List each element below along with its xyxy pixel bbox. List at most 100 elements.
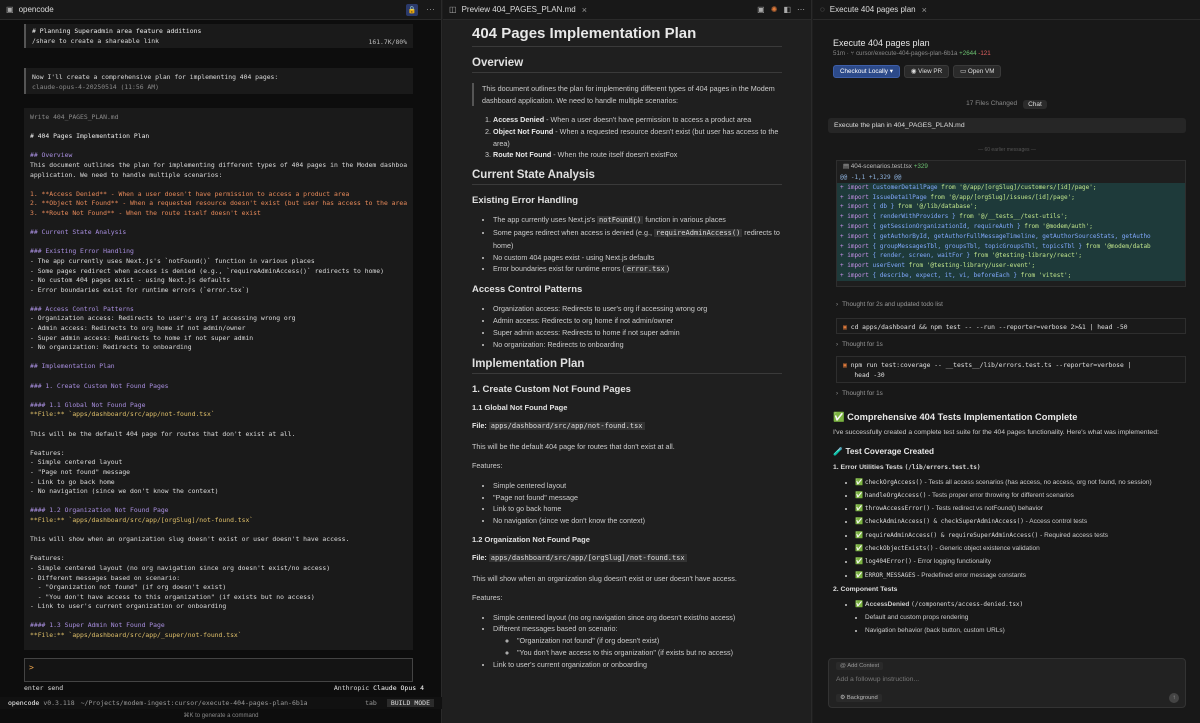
diff-block: ▤ 404-scenarios.test.tsx +329 @@ -1,1 +1… — [836, 160, 1186, 287]
file-line — [30, 420, 407, 430]
view-pr-button[interactable]: ◉ View PR — [903, 65, 950, 78]
list-item: Different messages based on scenario: "O… — [493, 623, 782, 658]
file-line: This will show when an organization slug… — [30, 535, 350, 544]
extension-icon[interactable]: ✺ — [771, 5, 778, 14]
tab-chat[interactable]: Chat — [1023, 100, 1047, 109]
agent-tab-title: Execute 404 pages plan — [829, 5, 916, 14]
diff-line: + import { getAuthorById, getAuthorFullM… — [837, 231, 1185, 242]
global-features-list: Simple centered layout"Page not found" m… — [472, 480, 782, 527]
status-tab-hint: tab — [365, 699, 377, 707]
file-line: 3. **Route Not Found** - When the route … — [30, 208, 261, 217]
check-icon: ✅ — [855, 544, 865, 552]
mode-badge[interactable]: BUILD MODE — [386, 699, 434, 707]
status-path: ~/Projects/modem-ingest:cursor/execute-4… — [80, 699, 308, 707]
implementation-heading: Implementation Plan — [472, 358, 782, 375]
checkout-locally-button[interactable]: Checkout Locally ▾ — [833, 65, 900, 78]
file-line — [30, 526, 407, 536]
diff-header[interactable]: ▤ 404-scenarios.test.tsx +329 — [837, 161, 1185, 173]
org-features-list: Simple centered layout (no org navigatio… — [472, 612, 782, 671]
check-icon: ✅ — [855, 491, 865, 499]
list-item: The app currently uses Next.js's notFoun… — [493, 214, 782, 227]
file-write-block[interactable]: Write 404_PAGES_PLAN.md # 404 Pages Imple… — [24, 108, 413, 650]
diff-line: + import { renderWithProviders } from '@… — [837, 212, 1185, 222]
terminal-tab[interactable]: ▣ opencode 🔒 ⋯ — [0, 0, 441, 20]
diff-line: @@ -1,1 +1,329 @@ — [837, 173, 1185, 183]
file-line — [30, 123, 407, 133]
file-line: - No organization: Redirects to onboardi… — [30, 343, 192, 352]
check-icon: ✅ — [855, 600, 864, 608]
open-vm-button[interactable]: ▭ Open VM — [953, 65, 1002, 78]
list-item: ✅ checkOrgAccess() - Tests all access sc… — [855, 476, 1188, 489]
file-line — [30, 439, 407, 449]
file-line: ## Current State Analysis — [30, 228, 127, 237]
file-line — [30, 545, 407, 555]
check-icon: ✅ — [855, 571, 865, 579]
list-item: ✅ handleOrgAccess() - Tests proper error… — [855, 489, 1188, 502]
file-line: - Admin access: Redirects to org home if… — [30, 324, 246, 333]
file-line: **File:** `apps/dashboard/src/app/_super… — [30, 631, 242, 640]
command-block[interactable]: ▣ cd apps/dashboard && npm test -- --run … — [836, 318, 1186, 334]
list-item: ✅ checkObjectExists() - Generic object e… — [855, 542, 1188, 555]
report-intro: I've successfully created a complete tes… — [833, 429, 1159, 436]
check-icon: ✅ — [855, 478, 865, 486]
terminal-icon: ▣ — [843, 362, 847, 369]
monitor-icon: ▭ — [960, 68, 967, 75]
share-hint: /share to create a shareable link — [32, 36, 159, 45]
close-icon[interactable]: × — [922, 5, 927, 15]
markdown-preview-pane: ◫ Preview 404_PAGES_PLAN.md × ▣ ✺ ◧ ⋯ 40… — [443, 0, 812, 723]
add-context-button[interactable]: @ Add Context — [836, 662, 884, 670]
doc-title: 404 Pages Implementation Plan — [472, 25, 782, 47]
agent-icon: ◌ — [820, 5, 825, 14]
global-file-line: File: apps/dashboard/src/app/not-found.t… — [472, 421, 645, 431]
overview-heading: Overview — [472, 57, 782, 73]
chevron-down-icon: ▾ — [889, 68, 893, 75]
tab-files-changed[interactable]: 17 Files Changed — [966, 100, 1017, 109]
file-line: Write 404_PAGES_PLAN.md — [30, 113, 119, 121]
model-indicator[interactable]: Anthropic Claude Opus 4 — [334, 684, 424, 696]
file-line: # 404 Pages Implementation Plan — [30, 132, 150, 141]
diff-line: + import { groupMessagesTbl, groupsTbl, … — [837, 241, 1185, 252]
terminal-prompt-input[interactable]: > — [24, 658, 413, 682]
thought-row[interactable]: › Thought for 1s — [836, 341, 883, 348]
chevron-right-icon: › — [836, 301, 839, 308]
thought-row[interactable]: › Thought for 2s and updated todo list — [836, 301, 943, 308]
agent-report: ✅ Comprehensive 404 Tests Implementation… — [833, 412, 1188, 638]
agent-tab[interactable]: ◌ Execute 404 pages plan × — [813, 0, 1200, 20]
lines-added: +2644 — [959, 50, 977, 57]
list-item: Some pages redirect when access is denie… — [493, 227, 782, 252]
file-line: - Link to go back home — [30, 477, 115, 486]
list-item: Simple centered layout — [493, 480, 782, 492]
preview-tab[interactable]: ◫ Preview 404_PAGES_PLAN.md × ▣ ✺ ◧ ⋯ — [443, 0, 811, 20]
earlier-messages-divider[interactable]: — 60 earlier messages — — [828, 147, 1186, 153]
send-icon[interactable]: ↑ — [1169, 693, 1179, 703]
file-line: - Error boundaries exist for runtime err… — [30, 285, 250, 294]
split-editor-icon[interactable]: ▣ — [757, 5, 765, 14]
org-file-line: File: apps/dashboard/src/app/[orgSlug]/n… — [472, 553, 687, 563]
close-icon[interactable]: × — [582, 5, 587, 15]
followup-input[interactable]: Add a followup instruction... — [836, 676, 919, 683]
followup-input-box[interactable]: @ Add Context Add a followup instruction… — [828, 658, 1186, 708]
command-block[interactable]: ▣ npm run test:coverage -- __tests__/lib/… — [836, 356, 1186, 383]
list-item: Error boundaries exist for runtime error… — [493, 263, 782, 276]
model-provider: Anthropic — [333, 684, 370, 692]
lock-icon[interactable]: 🔒 — [406, 3, 418, 16]
diff-line: + import IssueDetailPage from '@/app/[or… — [837, 192, 1185, 203]
check-icon: ✅ — [833, 412, 845, 422]
model-name: Claude Opus 4 — [373, 684, 424, 692]
background-toggle[interactable]: ⚙ Background — [836, 694, 882, 702]
agent-tabs: 17 Files Changed Chat — [813, 100, 1200, 109]
layout-icon[interactable]: ◧ — [783, 5, 791, 14]
list-item: "You don't have access to this organizat… — [517, 647, 782, 659]
error-utilities-list: ✅ checkOrgAccess() - Tests all access sc… — [833, 476, 1188, 582]
file-line — [30, 612, 407, 622]
thought-row[interactable]: › Thought for 1s — [836, 390, 883, 397]
list-item: Admin access: Redirects to org home if n… — [493, 315, 782, 327]
more-icon[interactable]: ⋯ — [426, 4, 435, 15]
file-line: 2. **Object Not Found** - When a request… — [30, 199, 407, 208]
more-icon[interactable]: ⋯ — [797, 5, 805, 14]
file-line: - "You don't have access to this organiz… — [30, 592, 315, 601]
access-control-list: Organization access: Redirects to user's… — [472, 303, 782, 350]
file-line — [30, 180, 407, 190]
assistant-text: Now I'll create a comprehensive plan for… — [32, 73, 279, 81]
list-item: "Page not found" message — [493, 492, 782, 504]
